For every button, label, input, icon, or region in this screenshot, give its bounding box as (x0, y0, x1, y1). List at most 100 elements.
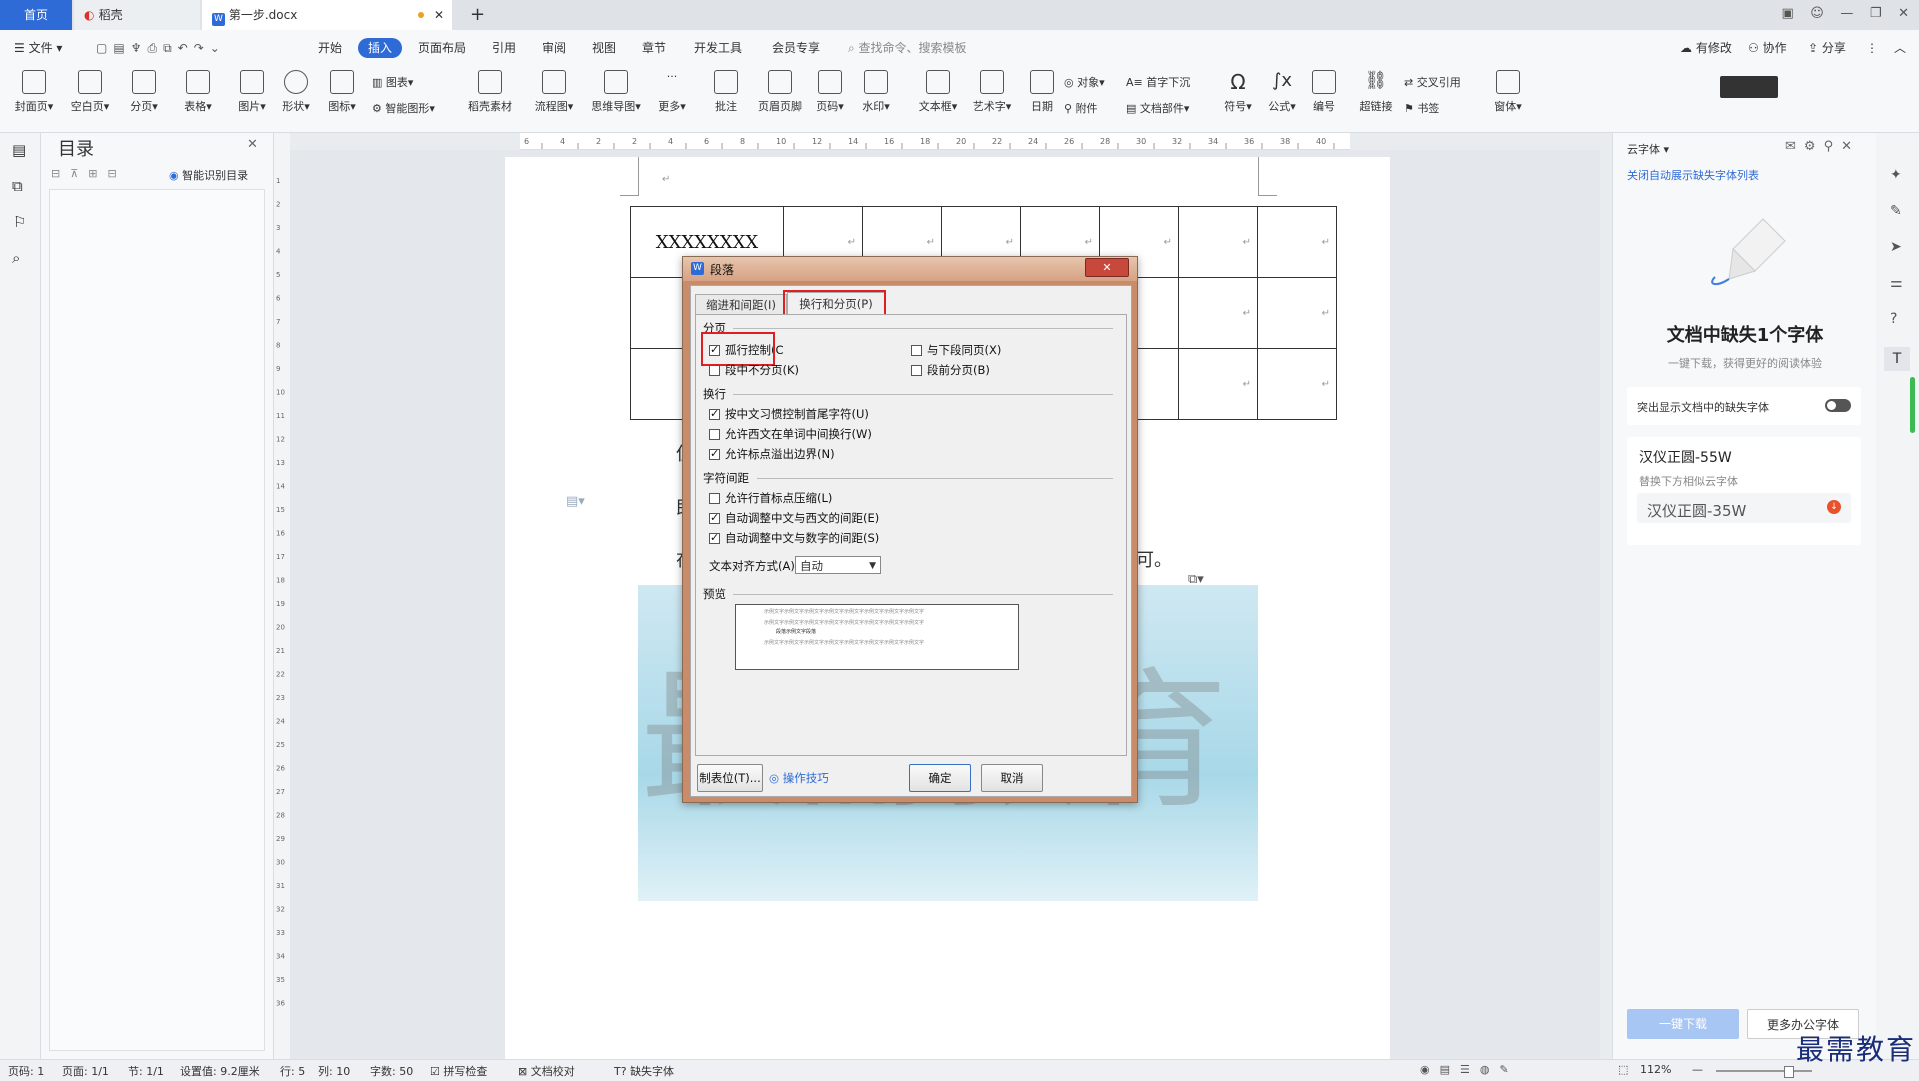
gear-icon[interactable]: ⚙ (1804, 139, 1824, 154)
flowchart-button[interactable]: 流程图▾ (528, 70, 580, 114)
outline-icon[interactable]: ▤ (12, 141, 26, 159)
daoke-material-button[interactable]: 稻壳素材 (464, 70, 516, 114)
page-break-button[interactable]: 分页▾ (118, 70, 170, 114)
tab-daoke[interactable]: ◐ 稻壳 (74, 0, 200, 30)
expand-icon[interactable]: ⊟ (51, 167, 70, 180)
attachment-button[interactable]: ⚲ 附件 (1064, 100, 1098, 118)
shape-button[interactable]: 形状▾ (270, 70, 322, 114)
chapter-icon[interactable]: ⧉ (12, 177, 23, 195)
collaborate-button[interactable]: ⚇ 协作 (1748, 38, 1787, 58)
window-form-button[interactable]: 窗体▾ (1482, 70, 1534, 114)
save-icon[interactable]: ▤ (113, 41, 130, 55)
auto-space-num-checkbox[interactable]: 自动调整中文与数字的间距(S) (709, 530, 879, 546)
close-window-icon[interactable]: ✕ (1898, 6, 1909, 21)
object-button[interactable]: ◎ 对象▾ (1064, 74, 1105, 92)
hanging-punct-checkbox[interactable]: 允许标点溢出边界(N) (709, 446, 835, 462)
cover-page-button[interactable]: 封面页▾ (8, 70, 60, 114)
menu-review[interactable]: 审阅 (542, 38, 566, 58)
crossref-button[interactable]: ⇄ 交叉引用 (1404, 74, 1461, 92)
help-icon[interactable]: ? (1890, 311, 1897, 327)
keep-with-next-checkbox[interactable]: 与下段同页(X) (911, 342, 1001, 358)
chat-icon[interactable]: ✉ (1785, 139, 1804, 154)
new-tab-button[interactable]: + (460, 0, 495, 30)
scroll-indicator[interactable] (1910, 377, 1915, 433)
outline-view-icon[interactable]: ☰ (1460, 1063, 1480, 1076)
text-align-select[interactable]: 自动 ▼ (795, 556, 881, 574)
proofread-button[interactable]: ⊠ 文档校对 (518, 1063, 575, 1079)
file-menu[interactable]: ☰ 文件 ▾ (14, 38, 62, 58)
bookmark-button[interactable]: ⚑ 书签 (1404, 100, 1439, 118)
print-icon[interactable]: ⎙ (147, 41, 163, 55)
blank-page-button[interactable]: 空白页▾ (64, 70, 116, 114)
more-insert-button[interactable]: ··· 更多▾ (646, 70, 698, 114)
write-view-icon[interactable]: ✎ (1500, 1063, 1519, 1076)
missing-font-button[interactable]: T? 缺失字体 (614, 1063, 674, 1079)
cancel-button[interactable]: 取消 (981, 764, 1043, 792)
smart-toc-button[interactable]: ◉ 智能识别目录 (169, 167, 248, 183)
table-cell[interactable]: ↵ (1178, 348, 1258, 420)
zoom-slider[interactable] (1716, 1066, 1812, 1078)
table-cell[interactable]: ↵ (1257, 277, 1337, 349)
fit-page-icon[interactable]: ⬚ (1618, 1063, 1628, 1076)
pin-icon[interactable]: ⚲ (1824, 139, 1842, 154)
font-tool-icon[interactable]: T (1884, 347, 1910, 371)
modify-button[interactable]: ☁ 有修改 (1680, 38, 1732, 58)
restore-icon[interactable]: ❐ (1870, 6, 1882, 21)
dialog-title-bar[interactable]: W 段落 ✕ (683, 257, 1137, 281)
panel-close-icon[interactable]: ✕ (1841, 139, 1860, 154)
format-painter-icon[interactable]: ♆ (131, 41, 148, 55)
menu-view[interactable]: 视图 (592, 38, 616, 58)
page-break-before-checkbox[interactable]: 段前分页(B) (911, 362, 990, 378)
table-cell[interactable]: ↵ (1257, 348, 1337, 420)
paste-options-icon[interactable]: ▤▾ (566, 494, 585, 509)
zoom-out-icon[interactable]: — (1692, 1063, 1703, 1076)
menu-reference[interactable]: 引用 (492, 38, 516, 58)
ok-button[interactable]: 确定 (909, 764, 971, 792)
menu-insert[interactable]: 插入 (358, 38, 403, 58)
more-quick-icon[interactable]: ⌄ (210, 41, 226, 55)
web-view-icon[interactable]: ◍ (1480, 1063, 1500, 1076)
keep-lines-checkbox[interactable]: 段中不分页(K) (709, 362, 799, 378)
menu-page-layout[interactable]: 页面布局 (418, 38, 466, 58)
sliders-icon[interactable]: ⚌ (1890, 275, 1903, 291)
icon-button[interactable]: 图标▾ (316, 70, 368, 114)
status-page[interactable]: 页码: 1 (8, 1063, 44, 1079)
mindmap-button[interactable]: 思维导图▾ (590, 70, 642, 114)
add-heading-icon[interactable]: ⊞ (88, 167, 107, 180)
print-preview-icon[interactable]: ⧉ (163, 41, 178, 55)
numbering-button[interactable]: 编号 (1298, 70, 1350, 114)
toc-close-icon[interactable]: ✕ (247, 137, 258, 152)
tab-home[interactable]: 首页 (0, 0, 72, 30)
date-button[interactable]: 日期 (1016, 70, 1068, 114)
docpart-button[interactable]: ▤ 文档部件▾ (1126, 100, 1189, 118)
minimize-icon[interactable]: — (1840, 6, 1853, 21)
more-menu-icon[interactable]: ⋮ (1866, 38, 1878, 58)
dropcap-button[interactable]: A≡ 首字下沉 (1126, 74, 1190, 92)
tab-close-icon[interactable]: ✕ (434, 0, 444, 30)
chinese-rules-checkbox[interactable]: 按中文习惯控制首尾字符(U) (709, 406, 869, 422)
table-cell[interactable]: ↵ (1178, 206, 1258, 278)
redo-icon[interactable]: ↷ (194, 41, 210, 55)
sparkle-icon[interactable]: ✦ (1890, 167, 1902, 183)
layout-icon[interactable]: ▣ (1781, 6, 1793, 21)
tab-document[interactable]: W 第一步.docx ✕ (202, 0, 452, 30)
pointer-icon[interactable]: ➤ (1890, 239, 1902, 255)
new-doc-icon[interactable]: ▢ (96, 41, 113, 55)
share-button[interactable]: ⇪ 分享 (1808, 38, 1846, 58)
command-search[interactable]: ⌕ 查找命令、搜索模板 (848, 38, 967, 58)
table-cell[interactable]: ↵ (1257, 206, 1337, 278)
cloud-font-title[interactable]: 云字体 ▾ (1627, 141, 1669, 157)
menu-member[interactable]: 会员专享 (772, 38, 820, 58)
tabs-button[interactable]: 制表位(T)... (697, 764, 763, 792)
remove-heading-icon[interactable]: ⊟ (108, 167, 127, 180)
spellcheck-toggle[interactable]: ☑ 拼写检查 (430, 1063, 487, 1079)
tab-indent-spacing[interactable]: 缩进和间距(I) (695, 294, 787, 315)
chart-button[interactable]: ▥ 图表▾ (372, 74, 413, 92)
highlight-toggle[interactable] (1825, 399, 1851, 412)
find-icon[interactable]: ⌕ (12, 249, 20, 267)
comment-button[interactable]: 批注 (700, 70, 752, 114)
collapse-ribbon-icon[interactable]: ︿ (1894, 38, 1906, 58)
tips-link[interactable]: ◎ 操作技巧 (769, 770, 829, 786)
textbox-button[interactable]: 文本框▾ (912, 70, 964, 114)
compress-punct-checkbox[interactable]: 允许行首标点压缩(L) (709, 490, 832, 506)
